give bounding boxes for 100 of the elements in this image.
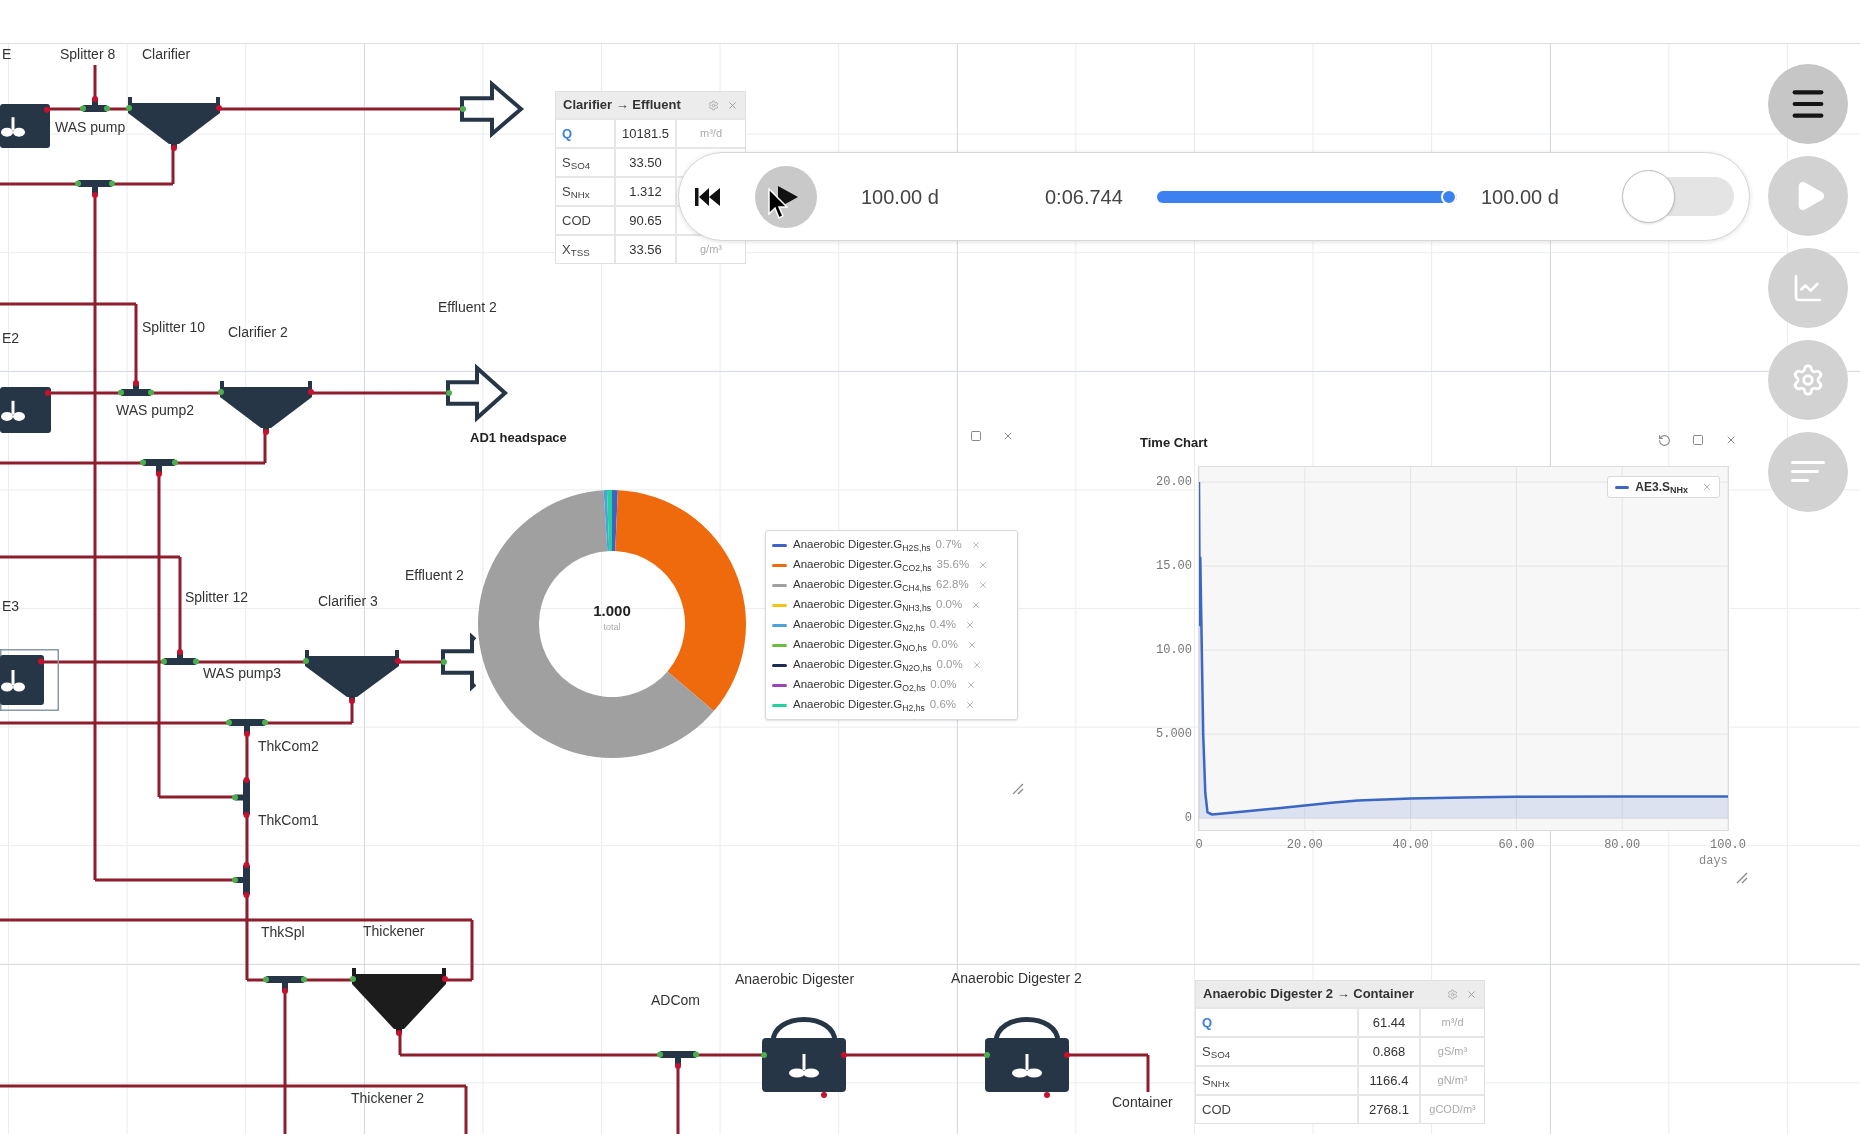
refresh-icon[interactable] — [1658, 434, 1671, 447]
close-icon[interactable] — [978, 560, 989, 570]
settings-icon — [1791, 363, 1825, 397]
resize-handle-icon[interactable] — [1736, 872, 1748, 884]
maximize-icon[interactable] — [1692, 434, 1704, 446]
effluent-arrow[interactable] — [460, 79, 525, 139]
row-label: S$_{SO4}$ — [562, 153, 591, 173]
unit-label: Clarifier 2 — [228, 324, 288, 341]
y-axis-tick-label: 15.00 — [1155, 558, 1192, 575]
line-chart-icon — [1792, 272, 1824, 304]
donut-total-value: 1.000 — [593, 601, 631, 621]
row-label: S$_{SO4}$ — [1202, 1042, 1231, 1062]
splitter-junction[interactable] — [118, 380, 154, 396]
reactor-tank[interactable] — [0, 104, 50, 148]
value-text: 90.65 — [629, 211, 662, 230]
legend-value: 0.7% — [935, 537, 962, 553]
splitter-junction[interactable] — [80, 96, 110, 112]
close-icon[interactable] — [1466, 988, 1477, 1000]
resize-handle-icon[interactable] — [1012, 783, 1024, 795]
close-icon[interactable] — [727, 99, 738, 111]
maximize-icon[interactable] — [970, 430, 982, 442]
legend-value: 0.4% — [929, 617, 957, 633]
row-label: Q — [562, 124, 573, 143]
splitter-junction[interactable] — [140, 459, 178, 477]
close-icon[interactable] — [971, 600, 982, 610]
value-text: 33.50 — [629, 153, 662, 172]
close-icon[interactable] — [1702, 482, 1712, 492]
legend-label: Anaerobic Digester.G$_{NO,hs}$ — [793, 637, 927, 654]
legend-value: 0.0% — [936, 657, 963, 673]
unit-label: Effluent 2 — [438, 299, 497, 316]
unit-label: Anaerobic Digester — [735, 971, 855, 988]
splitter-junction[interactable] — [232, 862, 250, 898]
splitter-junction[interactable] — [232, 777, 250, 818]
splitter-junction[interactable] — [263, 976, 307, 994]
row-label: COD — [562, 211, 591, 230]
clarifier-tank[interactable] — [126, 97, 222, 151]
end-time: 100.00 d — [1481, 184, 1560, 210]
unit-label: E — [2, 46, 12, 63]
unit-label: Effluent 2 — [405, 567, 464, 584]
splitter-junction[interactable] — [161, 649, 199, 665]
close-icon[interactable] — [1725, 434, 1737, 446]
close-icon[interactable] — [977, 580, 988, 590]
thickener-tank[interactable] — [350, 968, 448, 1036]
splitter-junction[interactable] — [226, 719, 268, 737]
legend-value: 35.6% — [936, 557, 970, 573]
value-text: 1.312 — [629, 182, 662, 201]
close-icon[interactable] — [965, 700, 976, 710]
x-axis-tick-label: 60.00 — [1497, 837, 1536, 853]
close-icon[interactable] — [1002, 430, 1014, 442]
row-label: S$_{NHx}$ — [1202, 1071, 1230, 1091]
legend-value: 62.8% — [936, 577, 969, 593]
unit-label: Thickener 2 — [351, 1090, 425, 1107]
clarifier-tank[interactable] — [218, 381, 314, 435]
close-icon[interactable] — [966, 640, 977, 650]
unit-label: Splitter 10 — [142, 319, 206, 336]
unit-text: g/m³ — [700, 242, 722, 258]
close-icon[interactable] — [971, 660, 982, 670]
unit-label: ThkCom1 — [258, 812, 319, 829]
digester-tank[interactable] — [761, 1017, 847, 1098]
legend-label: Anaerobic Digester.G$_{N2O,hs}$ — [793, 657, 932, 674]
x-axis-tick-label: 20.00 — [1285, 837, 1324, 853]
y-axis-tick-label: 5.000 — [1155, 726, 1192, 743]
unit-label: ThkSpl — [261, 924, 305, 941]
value-text: 1166.4 — [1369, 1071, 1409, 1090]
clarifier-tank[interactable] — [303, 650, 401, 704]
digester-tank[interactable] — [984, 1017, 1070, 1098]
unit-label: Thickener — [363, 923, 425, 940]
unit-label: Anaerobic Digester 2 — [951, 970, 1082, 987]
x-axis-tick-label: 100.0 — [1709, 837, 1747, 853]
close-icon[interactable] — [965, 620, 976, 630]
unit-label: Clarifier 3 — [318, 593, 378, 610]
row-label: X$_{TSS}$ — [562, 240, 590, 260]
panel-title: AD1 headspace — [470, 429, 567, 447]
splitter-junction[interactable] — [75, 180, 115, 198]
x-axis-tick-label: 80.00 — [1603, 837, 1642, 853]
unit-label: Container — [1112, 1094, 1173, 1111]
start-time: 100.00 d — [861, 184, 940, 210]
reactor-tank[interactable] — [0, 387, 51, 433]
donut-total-caption: total — [603, 621, 621, 633]
toggle-switch[interactable] — [1622, 170, 1734, 223]
x-axis-title: days — [1699, 853, 1728, 870]
legend-value: 0.0% — [930, 677, 957, 693]
mouse-pointer-icon — [768, 188, 788, 219]
close-icon[interactable] — [970, 540, 981, 550]
unit-label: E3 — [2, 598, 20, 615]
progress-slider[interactable] — [1157, 190, 1457, 203]
reactor-tank[interactable] — [0, 649, 59, 711]
row-label: COD — [1202, 1100, 1231, 1119]
value-text: 33.56 — [629, 240, 662, 259]
effluent-arrow[interactable] — [441, 632, 477, 692]
splitter-junction[interactable] — [657, 1051, 699, 1069]
unit-label: WAS pump — [55, 119, 126, 136]
slider-thumb[interactable] — [1441, 188, 1457, 205]
effluent-arrow[interactable] — [446, 363, 508, 423]
panel-title: Time Chart — [1140, 434, 1208, 452]
legend-label: Anaerobic Digester.G$_{CH4,hs}$ — [793, 577, 932, 594]
value-text: 10181.5 — [622, 124, 669, 143]
x-axis-tick-label: 40.00 — [1391, 837, 1430, 853]
close-icon[interactable] — [965, 680, 976, 690]
unit-text: m³/d — [700, 126, 722, 142]
